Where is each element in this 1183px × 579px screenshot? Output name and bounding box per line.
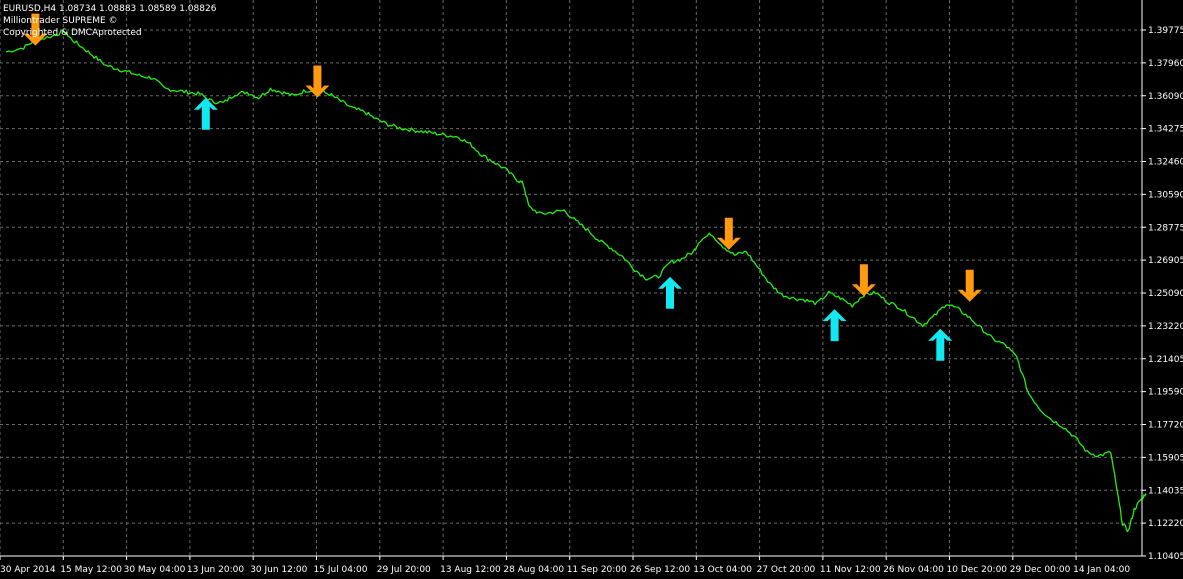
x-tick-label: 14 Jan 04:00 <box>1073 565 1130 575</box>
x-tick-label: 10 Dec 20:00 <box>947 565 1008 575</box>
x-tick-label: 15 May 12:00 <box>60 565 122 575</box>
y-tick-label: 1.23220 <box>1148 322 1183 332</box>
y-tick-label: 1.30590 <box>1148 190 1183 200</box>
x-tick-label: 13 Jun 20:00 <box>187 565 244 575</box>
y-tick-label: 1.36090 <box>1148 92 1183 102</box>
x-tick-label: 27 Oct 20:00 <box>757 565 816 575</box>
y-tick-label: 1.17720 <box>1148 421 1183 431</box>
y-tick-label: 1.25090 <box>1148 289 1183 299</box>
y-tick-label: 1.10405 <box>1148 552 1183 562</box>
y-tick-label: 1.32460 <box>1148 158 1183 168</box>
y-tick-label: 1.15905 <box>1148 453 1183 463</box>
y-tick-label: 1.12220 <box>1148 519 1183 529</box>
x-tick-label: 30 Jun 12:00 <box>250 565 307 575</box>
x-tick-label: 29 Dec 00:00 <box>1010 565 1071 575</box>
x-tick-label: 15 Jul 04:00 <box>314 565 368 575</box>
indicator-name-label: Milliontrader SUPREME © <box>3 16 118 26</box>
copyright-label: Copyrighted & DMCAprotected <box>3 28 142 38</box>
y-tick-label: 1.26905 <box>1148 256 1183 266</box>
x-tick-label: 13 Aug 12:00 <box>440 565 501 575</box>
y-tick-label: 1.37960 <box>1148 59 1183 69</box>
x-tick-label: 29 Jul 20:00 <box>377 565 431 575</box>
y-tick-label: 1.19590 <box>1148 388 1183 398</box>
x-tick-label: 30 Apr 2014 <box>0 565 56 575</box>
x-tick-label: 28 Aug 04:00 <box>503 565 564 575</box>
x-tick-label: 26 Sep 12:00 <box>630 565 690 575</box>
y-tick-label: 1.39775 <box>1148 26 1183 36</box>
x-tick-label: 30 May 04:00 <box>124 565 186 575</box>
y-tick-label: 1.28775 <box>1148 223 1183 233</box>
price-chart[interactable]: 1.39775 1.37960 1.36090 1.34275 1.32460 1.305… <box>0 0 1183 579</box>
x-tick-label: 11 Nov 12:00 <box>820 565 881 575</box>
x-tick-label: 11 Sep 20:00 <box>567 565 627 575</box>
y-tick-label: 1.21405 <box>1148 355 1183 365</box>
y-tick-label: 1.14035 <box>1148 486 1183 496</box>
x-tick-label: 13 Oct 04:00 <box>693 565 752 575</box>
y-tick-label: 1.34275 <box>1148 125 1183 135</box>
x-tick-label: 26 Nov 04:00 <box>883 565 944 575</box>
chart-background <box>0 0 1183 579</box>
symbol-ohlc-label: EURUSD,H4 1.08734 1.08883 1.08589 1.0882… <box>3 4 217 14</box>
